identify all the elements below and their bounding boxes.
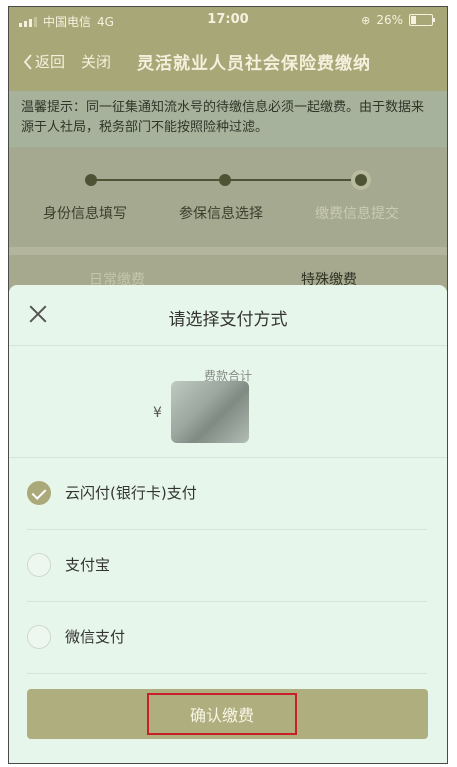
status-bar: 中国电信 4G 17:00 ⊕ 26%: [9, 7, 447, 33]
back-button[interactable]: 返回: [23, 51, 65, 72]
close-link[interactable]: 关闭: [81, 51, 111, 72]
confirm-label: 确认缴费: [189, 706, 254, 725]
divider: [27, 673, 427, 674]
payment-sheet: 请选择支付方式 费款合计 ¥ 云闪付(银行卡)支付 支付宝 微信支付 确认缴费: [9, 285, 447, 763]
step-dot-2: [219, 174, 231, 186]
chevron-left-icon: [23, 53, 32, 70]
sheet-title: 请选择支付方式: [168, 310, 288, 330]
radio-checked-icon[interactable]: [27, 481, 51, 505]
battery-icon: [409, 14, 435, 26]
status-right: ⊕ 26%: [361, 13, 435, 27]
option-alipay[interactable]: 支付宝: [9, 530, 447, 600]
option-unionpay[interactable]: 云闪付(银行卡)支付: [9, 458, 447, 528]
step-dot-1: [85, 174, 97, 186]
radio-icon[interactable]: [27, 625, 51, 649]
section-divider: [9, 247, 447, 255]
step-dot-3: [355, 174, 367, 186]
notice-banner: 温馨提示：同一征集通知流水号的待缴信息必须一起缴费。由于数据来源于人社局，税务部…: [9, 91, 447, 147]
step-label-2: 参保信息选择: [179, 206, 263, 222]
option-label: 支付宝: [65, 556, 111, 574]
orientation-lock-icon: ⊕: [361, 13, 371, 27]
step-label-1: 身份信息填写: [43, 206, 127, 222]
nav-bar: 返回 关闭 灵活就业人员社会保险费缴纳: [9, 33, 447, 91]
highlight-box: 确认缴费: [147, 693, 297, 735]
back-label: 返回: [35, 53, 66, 71]
option-label: 云闪付(银行卡)支付: [65, 484, 197, 502]
app-frame: 中国电信 4G 17:00 ⊕ 26% 返回 关闭 灵活就业人员社会保险费缴纳 …: [8, 6, 448, 764]
confirm-pay-button[interactable]: 确认缴费: [27, 689, 428, 739]
option-wechat[interactable]: 微信支付: [9, 602, 447, 672]
page-title: 灵活就业人员社会保险费缴纳: [137, 54, 371, 74]
option-label: 微信支付: [65, 628, 126, 646]
divider: [9, 345, 447, 346]
currency-symbol: ¥: [153, 405, 162, 421]
progress-steps: 身份信息填写 参保信息选择 缴费信息提交: [9, 147, 447, 247]
battery-percent: 26%: [376, 13, 403, 27]
blurred-amount: [171, 381, 249, 443]
step-label-3: 缴费信息提交: [315, 206, 399, 222]
radio-icon[interactable]: [27, 553, 51, 577]
